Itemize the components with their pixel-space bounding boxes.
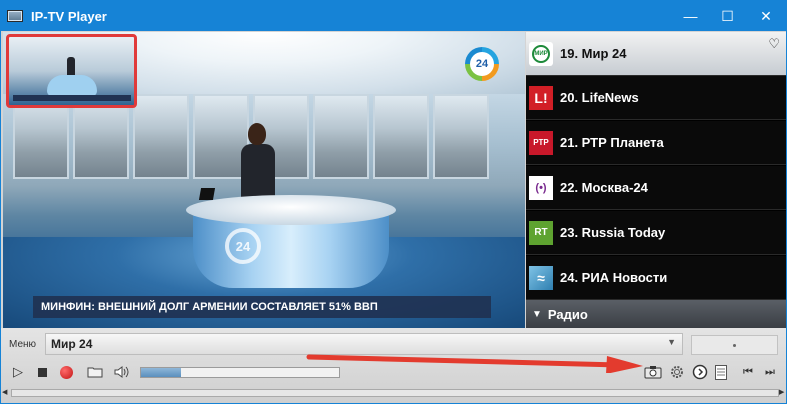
video-player[interactable]: 24 24 МИНФИН: ВНЕШНИЙ ДОЛГ АРМЕНИИ СОСТА… xyxy=(3,32,525,328)
record-icon xyxy=(59,365,73,379)
studio-window xyxy=(313,94,369,179)
clock-icon xyxy=(692,364,708,380)
channel-name: 19. Мир 24 xyxy=(560,46,627,61)
chevron-down-icon: ▼ xyxy=(667,337,676,347)
pip-desk xyxy=(47,75,97,97)
channel-watermark-logo: 24 xyxy=(465,47,499,81)
volume-button[interactable] xyxy=(113,362,131,382)
schedule-button[interactable] xyxy=(691,362,709,382)
studio-window xyxy=(133,94,189,179)
control-bar: Меню Мир 24 ▼ ▷ ⏮ ⏭ ◀ ▶ xyxy=(1,328,786,403)
open-folder-button[interactable] xyxy=(85,362,105,382)
gear-icon xyxy=(671,366,683,378)
folder-icon xyxy=(87,367,103,378)
channel-select[interactable]: Мир 24 ▼ xyxy=(45,333,683,355)
app-window: IP-TV Player — ☐ ✕ 24 24 МИНФИН: ВНЕШНИЙ… xyxy=(0,0,787,404)
news-anchor-head xyxy=(248,123,266,145)
channel-name: 20. LifeNews xyxy=(560,90,639,105)
mir24-logo-text: МИР xyxy=(532,44,550,63)
channel-item[interactable]: МИР 19. Мир 24 ♡ xyxy=(526,32,786,76)
radio-group-label: Радио xyxy=(547,306,588,322)
scroll-right-icon[interactable]: ▶ xyxy=(779,388,787,398)
moskva24-logo-icon: (•) xyxy=(529,175,553,200)
news-anchor-body xyxy=(241,144,275,199)
news-ticker: МИНФИН: ВНЕШНИЙ ДОЛГ АРМЕНИИ СОСТАВЛЯЕТ … xyxy=(33,296,491,318)
play-button[interactable]: ▷ xyxy=(11,362,25,382)
radio-group-header[interactable]: ▼ Радио xyxy=(526,300,786,328)
studio-window xyxy=(373,94,429,179)
channel-name: 24. РИА Новости xyxy=(560,270,668,285)
pip-ticker xyxy=(13,95,131,101)
studio-window xyxy=(433,94,489,179)
channel-item[interactable]: РТР 21. РТР Планета xyxy=(526,121,786,165)
collapse-triangle-icon: ▼ xyxy=(532,308,542,320)
mir24-logo-icon: МИР xyxy=(529,41,553,66)
news-desk-top xyxy=(186,195,396,225)
channel-name: 22. Москва-24 xyxy=(560,180,648,195)
stop-button[interactable] xyxy=(34,362,50,382)
lifenews-logo-icon: L! xyxy=(529,85,553,110)
seek-bar[interactable]: ◀ ▶ xyxy=(2,389,784,397)
playlist-button[interactable] xyxy=(713,362,729,382)
camera-icon xyxy=(644,366,662,379)
desk-monitor xyxy=(198,188,216,200)
channel-name: 21. РТР Планета xyxy=(560,135,664,150)
window-title: IP-TV Player xyxy=(31,8,107,24)
desk-logo: 24 xyxy=(225,228,261,264)
previous-channel-button[interactable]: ⏮ xyxy=(739,362,757,382)
tv-app-icon xyxy=(7,10,23,22)
channel-item[interactable]: L! 20. LifeNews xyxy=(526,76,786,120)
dot-icon xyxy=(733,343,736,347)
menu-button[interactable]: Меню xyxy=(9,339,36,350)
minimize-button[interactable]: — xyxy=(672,1,709,31)
scroll-left-icon[interactable]: ◀ xyxy=(2,388,12,398)
selected-channel-value: Мир 24 xyxy=(51,337,93,351)
rtr-logo-icon: РТР xyxy=(529,130,553,155)
next-channel-button[interactable]: ⏭ xyxy=(761,362,779,382)
channel-list: МИР 19. Мир 24 ♡ L! 20. LifeNews РТР 21.… xyxy=(526,32,786,328)
channel-name: 23. Russia Today xyxy=(560,225,666,240)
mini-panel-toggle[interactable] xyxy=(691,335,778,355)
favorite-heart-icon[interactable]: ♡ xyxy=(768,36,780,52)
window-controls: — ☐ ✕ xyxy=(672,1,786,31)
list-icon xyxy=(715,364,727,380)
ria-logo-icon: ≈ xyxy=(529,265,553,290)
channel-item[interactable]: ≈ 24. РИА Новости xyxy=(526,256,786,300)
channel-watermark-text: 24 xyxy=(470,52,494,76)
channel-item[interactable]: RT 23. Russia Today xyxy=(526,211,786,255)
record-button[interactable] xyxy=(57,362,75,382)
settings-button[interactable] xyxy=(667,362,687,382)
channel-item[interactable]: (•) 22. Москва-24 xyxy=(526,166,786,210)
volume-level-fill xyxy=(141,368,181,377)
picture-in-picture-preview[interactable] xyxy=(6,34,137,108)
stop-icon xyxy=(37,367,47,377)
speaker-icon xyxy=(114,366,129,378)
title-bar[interactable]: IP-TV Player — ☐ ✕ xyxy=(1,1,786,31)
close-button[interactable]: ✕ xyxy=(746,1,786,31)
volume-slider[interactable] xyxy=(140,367,340,378)
pip-anchor xyxy=(67,57,75,75)
screenshot-button[interactable] xyxy=(643,362,663,382)
rt-logo-icon: RT xyxy=(529,220,553,245)
maximize-button[interactable]: ☐ xyxy=(709,1,746,31)
